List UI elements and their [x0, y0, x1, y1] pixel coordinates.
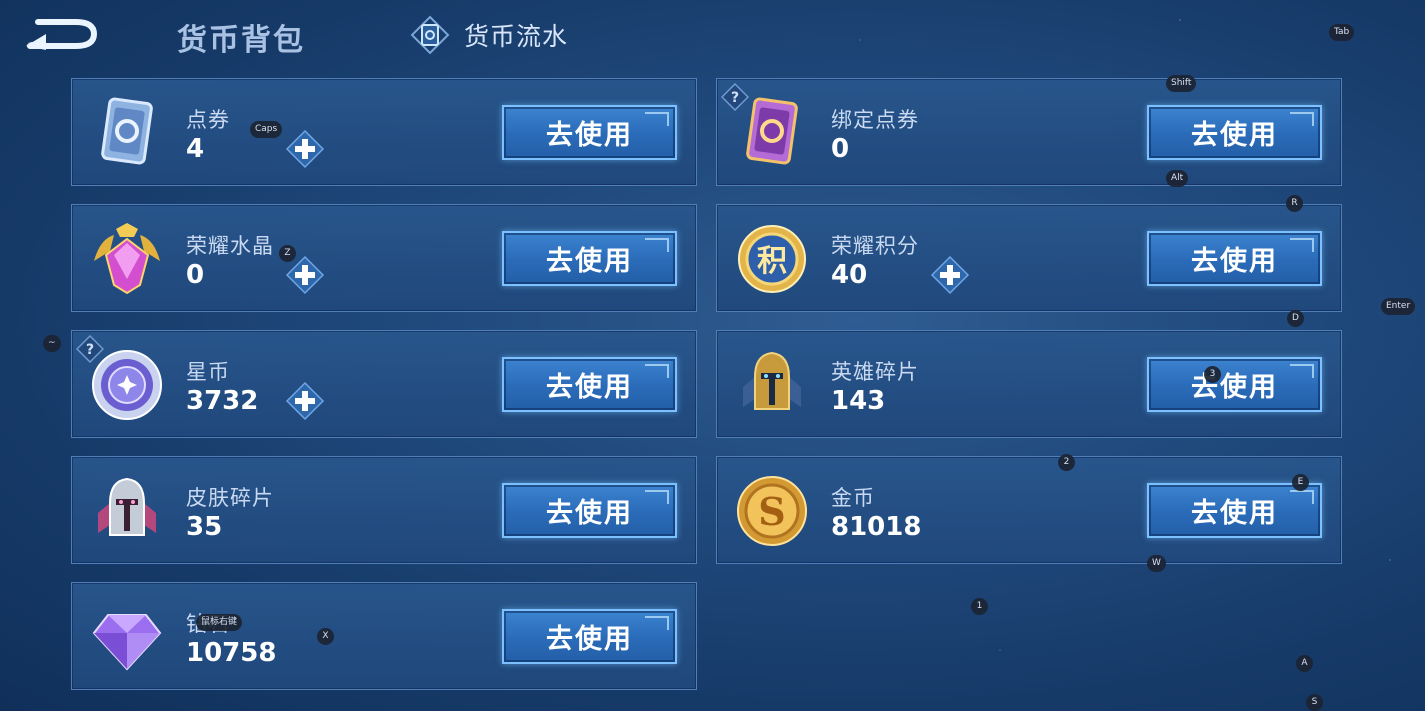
currency-amount: 0 — [186, 260, 205, 290]
tab-currency-flow-label: 货币流水 — [464, 22, 569, 51]
currency-card-star-coin: ? 星币 3732 去使用 — [71, 330, 697, 438]
currency-amount: 35 — [186, 512, 223, 542]
currency-card-hero-fragment: 英雄碎片 143 去使用 — [716, 330, 1342, 438]
currency-card-diamond: 钻石 10758 去使用 — [71, 582, 697, 690]
currency-amount: 0 — [831, 134, 850, 164]
page-title: 货币背包 — [177, 23, 305, 58]
use-button[interactable]: 去使用 — [1147, 357, 1322, 412]
svg-text:积: 积 — [757, 244, 787, 279]
currency-name: 皮肤碎片 — [186, 486, 274, 510]
plus-icon — [285, 381, 325, 421]
key-hint-badge: R — [1286, 195, 1303, 212]
use-button[interactable]: 去使用 — [1147, 105, 1322, 160]
skin-fragment-icon — [90, 473, 164, 549]
key-hint-badge: D — [1287, 310, 1304, 327]
currency-card-glory-points: 积 荣耀积分 40 去使用 — [716, 204, 1342, 312]
key-hint-badge: X — [317, 628, 334, 645]
hero-fragment-icon — [735, 347, 809, 423]
diamond-gem-icon — [90, 599, 164, 675]
add-voucher-button[interactable] — [285, 129, 325, 169]
key-hint-badge: Shift — [1166, 75, 1197, 92]
key-hint-badge: Tab — [1329, 24, 1355, 41]
key-hint-badge: 2 — [1058, 454, 1075, 471]
glory-points-coin-icon: 积 — [735, 221, 809, 297]
key-hint-badge: Alt — [1166, 170, 1189, 187]
key-hint-badge: 3 — [1204, 366, 1221, 383]
svg-text:S: S — [758, 489, 785, 534]
top-bar: 货币背包 货币流水 — [0, 0, 1425, 70]
currency-amount: 3732 — [186, 386, 259, 416]
currency-amount: 81018 — [831, 512, 922, 542]
currency-name: 荣耀水晶 — [186, 234, 274, 258]
currency-amount: 143 — [831, 386, 886, 416]
currency-name: 荣耀积分 — [831, 234, 919, 258]
currency-name: 星币 — [186, 360, 230, 384]
plus-icon — [930, 255, 970, 295]
use-button[interactable]: 去使用 — [1147, 231, 1322, 286]
key-hint-badge: Caps — [250, 121, 283, 138]
key-hint-badge: 鼠标右键 — [196, 614, 243, 631]
glory-crystal-icon — [90, 221, 164, 297]
ledger-diamond-icon — [410, 15, 450, 55]
use-button[interactable]: 去使用 — [1147, 483, 1322, 538]
voucher-card-icon — [90, 95, 164, 171]
use-button[interactable]: 去使用 — [502, 483, 677, 538]
currency-name: 绑定点券 — [831, 108, 919, 132]
add-star-coin-button[interactable] — [285, 381, 325, 421]
plus-icon — [285, 129, 325, 169]
key-hint-badge: Z — [279, 245, 296, 262]
currency-amount: 10758 — [186, 638, 277, 668]
key-hint-badge: Enter — [1381, 298, 1416, 315]
currency-card-voucher: 点券 4 去使用 — [71, 78, 697, 186]
currency-card-gold-coin: S 金币 81018 去使用 — [716, 456, 1342, 564]
use-button[interactable]: 去使用 — [502, 105, 677, 160]
key-hint-badge: W — [1147, 555, 1166, 572]
currency-amount: 4 — [186, 134, 205, 164]
key-hint-badge: A — [1296, 655, 1313, 672]
currency-name: 点券 — [186, 108, 230, 132]
key-hint-badge: E — [1292, 474, 1309, 491]
gold-coin-icon: S — [735, 473, 809, 549]
key-hint-badge: ~ — [43, 335, 61, 352]
currency-amount: 40 — [831, 260, 868, 290]
back-button[interactable] — [24, 12, 98, 54]
back-arrow-icon — [26, 19, 98, 50]
currency-card-skin-fragment: 皮肤碎片 35 去使用 — [71, 456, 697, 564]
bound-voucher-card-icon — [735, 95, 809, 171]
currency-name: 金币 — [831, 486, 875, 510]
key-hint-badge: S — [1306, 694, 1323, 711]
use-button[interactable]: 去使用 — [502, 357, 677, 412]
use-button[interactable]: 去使用 — [502, 231, 677, 286]
star-coin-icon — [90, 347, 164, 423]
currency-name: 英雄碎片 — [831, 360, 919, 384]
use-button[interactable]: 去使用 — [502, 609, 677, 664]
currency-card-glory-crystal: 荣耀水晶 0 去使用 — [71, 204, 697, 312]
tab-currency-flow[interactable]: 货币流水 — [410, 14, 568, 56]
key-hint-badge: 1 — [971, 598, 988, 615]
currency-card-bound-voucher: ? 绑定点券 0 去使用 — [716, 78, 1342, 186]
add-glory-points-button[interactable] — [930, 255, 970, 295]
